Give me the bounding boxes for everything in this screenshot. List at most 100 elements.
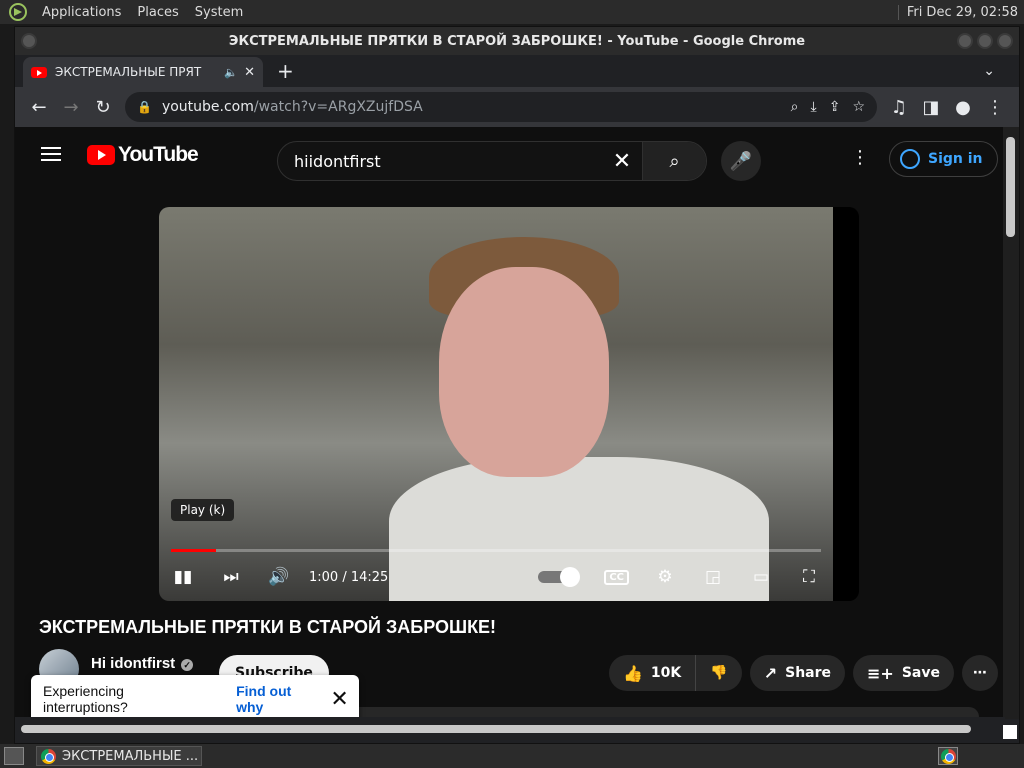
desktop-taskbar: ЭКСТРЕМАЛЬНЫЕ ... [0, 744, 1024, 768]
sign-in-label: Sign in [928, 151, 983, 167]
account-circle-icon [900, 149, 920, 169]
save-button[interactable]: ≡+ Save [853, 655, 954, 691]
youtube-logo[interactable]: YouTube [87, 143, 199, 167]
side-panel-icon[interactable]: ◨ [915, 97, 947, 118]
time-display: 1:00 / 14:25 [309, 569, 389, 585]
theater-mode-icon[interactable]: ▭ [737, 567, 785, 587]
search-input[interactable]: hiidontfirst [278, 152, 602, 171]
dislike-button[interactable]: 👎 [696, 655, 742, 691]
autoplay-toggle[interactable] [538, 567, 581, 587]
horizontal-scrollbar[interactable] [15, 717, 1005, 743]
youtube-play-logo-icon [87, 145, 115, 165]
toast-message: Experiencing interruptions? [43, 683, 128, 715]
places-menu[interactable]: Places [129, 5, 186, 20]
maximize-icon[interactable] [977, 33, 993, 49]
taskbar-chrome-window[interactable]: ЭКСТРЕМАЛЬНЫЕ ... [36, 746, 202, 766]
reload-icon[interactable]: ↻ [87, 97, 119, 118]
youtube-logo-text: YouTube [118, 143, 199, 166]
horizontal-scroll-thumb[interactable] [21, 725, 971, 733]
window-titlebar[interactable]: ЭКСТРЕМАЛЬНЫЕ ПРЯТКИ В СТАРОЙ ЗАБРОШКЕ! … [15, 27, 1019, 55]
tray-chrome-icon [940, 748, 956, 764]
show-desktop-icon[interactable] [4, 747, 24, 765]
guide-menu-icon[interactable] [41, 147, 61, 165]
distro-logo-icon[interactable] [8, 2, 28, 22]
zoom-search-icon[interactable]: ⌕ [791, 99, 799, 115]
share-button[interactable]: ↗ Share [749, 655, 846, 691]
browser-toolbar: ← → ↻ 🔒 youtube.com /watch?v=ARgXZujfDSA… [15, 87, 1019, 127]
vertical-scroll-thumb[interactable] [1006, 137, 1015, 237]
install-app-icon[interactable]: ⤓ [811, 99, 817, 115]
fullscreen-icon[interactable]: ⛶ [785, 567, 833, 587]
share-icon[interactable]: ⇪ [829, 99, 841, 115]
lock-icon[interactable]: 🔒 [137, 100, 152, 114]
profile-icon[interactable]: ● [947, 97, 979, 118]
speaker-icon[interactable]: 🔈 [224, 66, 238, 79]
play-pause-icon[interactable]: ▮▮ [159, 567, 207, 587]
search-icon: ⌕ [669, 150, 680, 172]
more-actions-button[interactable]: ⋯ [961, 655, 998, 691]
like-count: 10K [650, 665, 682, 681]
share-arrow-icon: ↗ [763, 663, 778, 683]
address-bar[interactable]: 🔒 youtube.com /watch?v=ARgXZujfDSA ⌕ ⤓ ⇪… [125, 92, 877, 122]
sign-in-button[interactable]: Sign in [889, 141, 998, 177]
miniplayer-icon[interactable]: ◲ [689, 567, 737, 587]
back-arrow-icon[interactable]: ← [23, 97, 55, 118]
taskbar-task-label: ЭКСТРЕМАЛЬНЫЕ ... [62, 748, 199, 764]
chrome-window: ЭКСТРЕМАЛЬНЫЕ ПРЯТКИ В СТАРОЙ ЗАБРОШКЕ! … [14, 26, 1020, 744]
settings-gear-icon[interactable]: ⚙ [641, 567, 689, 587]
verified-check-icon: ✓ [181, 658, 194, 671]
video-frame[interactable] [159, 207, 833, 601]
volume-icon[interactable]: 🔊 [255, 567, 303, 587]
window-title: ЭКСТРЕМАЛЬНЫЕ ПРЯТКИ В СТАРОЙ ЗАБРОШКЕ! … [228, 33, 806, 49]
video-player[interactable]: Play (k) ▮▮ ⏭ 🔊 1:00 / 14:25 CC ⚙ ◲ ▭ ⛶ [159, 207, 859, 601]
thumbs-up-icon: 👍 [623, 663, 643, 683]
url-host: youtube.com [161, 99, 254, 115]
new-tab-button[interactable]: + [277, 59, 294, 83]
search-button[interactable]: ⌕ [642, 142, 706, 180]
tab-close-icon[interactable]: ✕ [244, 65, 255, 80]
like-button[interactable]: 👍 10K [609, 655, 697, 691]
close-window-icon[interactable] [997, 33, 1013, 49]
toast-close-icon[interactable]: ✕ [320, 686, 359, 712]
youtube-favicon-icon [31, 66, 47, 78]
channel-name-row[interactable]: Hi idontfirst ✓ [91, 654, 194, 672]
thumbs-down-icon: 👎 [710, 665, 728, 681]
subtitles-cc-icon[interactable]: CC [604, 569, 629, 585]
video-actions: 👍 10K 👎 ↗ Share ≡+ Save ⋯ [609, 655, 998, 691]
playlist-add-icon: ≡+ [867, 663, 894, 683]
window-menu-icon[interactable] [21, 33, 37, 49]
progress-fill [171, 549, 217, 552]
find-out-why-link[interactable]: Find out why [236, 683, 320, 715]
minimize-icon[interactable] [957, 33, 973, 49]
more-horizontal-icon: ⋯ [972, 665, 987, 681]
progress-bar[interactable] [171, 549, 821, 552]
tab-search-chevron-icon[interactable]: ⌄ [983, 63, 995, 79]
desktop-top-panel: Applications Places System Fri Dec 29, 0… [0, 0, 1024, 24]
forward-arrow-icon[interactable]: → [55, 97, 87, 118]
bookmark-star-icon[interactable]: ☆ [852, 99, 865, 115]
tray-chrome-launcher[interactable] [938, 747, 958, 765]
save-label: Save [901, 665, 940, 681]
system-menu[interactable]: System [187, 5, 251, 20]
applications-menu[interactable]: Applications [34, 5, 129, 20]
chrome-menu-kebab-icon[interactable]: ⋮ [979, 97, 1011, 118]
next-video-icon[interactable]: ⏭ [207, 567, 255, 587]
url-path: /watch?v=ARgXZujfDSA [253, 99, 423, 115]
player-controls: ▮▮ ⏭ 🔊 1:00 / 14:25 CC ⚙ ◲ ▭ ⛶ [159, 559, 833, 595]
tab-strip: ЭКСТРЕМАЛЬНЫЕ ПРЯТ 🔈 ✕ + ⌄ [15, 55, 1019, 87]
voice-search-mic-icon[interactable]: 🎤 [721, 141, 761, 181]
tab-title: ЭКСТРЕМАЛЬНЫЕ ПРЯТ [55, 65, 202, 79]
vertical-scrollbar[interactable] [1003, 127, 1019, 719]
video-subject-face [439, 267, 609, 477]
media-control-icon[interactable]: ♫ [883, 97, 915, 118]
channel-name: Hi idontfirst [91, 654, 176, 672]
youtube-page: YouTube hiidontfirst ✕ ⌕ 🎤 ⋮ Sign in Pla… [15, 127, 1005, 719]
clock[interactable]: Fri Dec 29, 02:58 [897, 4, 1024, 20]
chrome-icon [41, 748, 56, 764]
scroll-corner [1003, 725, 1017, 739]
browser-tab-youtube[interactable]: ЭКСТРЕМАЛЬНЫЕ ПРЯТ 🔈 ✕ [23, 57, 263, 87]
clear-search-icon[interactable]: ✕ [602, 149, 642, 174]
youtube-masthead: YouTube hiidontfirst ✕ ⌕ 🎤 ⋮ Sign in [15, 127, 1005, 183]
settings-kebab-icon[interactable]: ⋮ [851, 147, 869, 168]
share-label: Share [785, 665, 832, 681]
